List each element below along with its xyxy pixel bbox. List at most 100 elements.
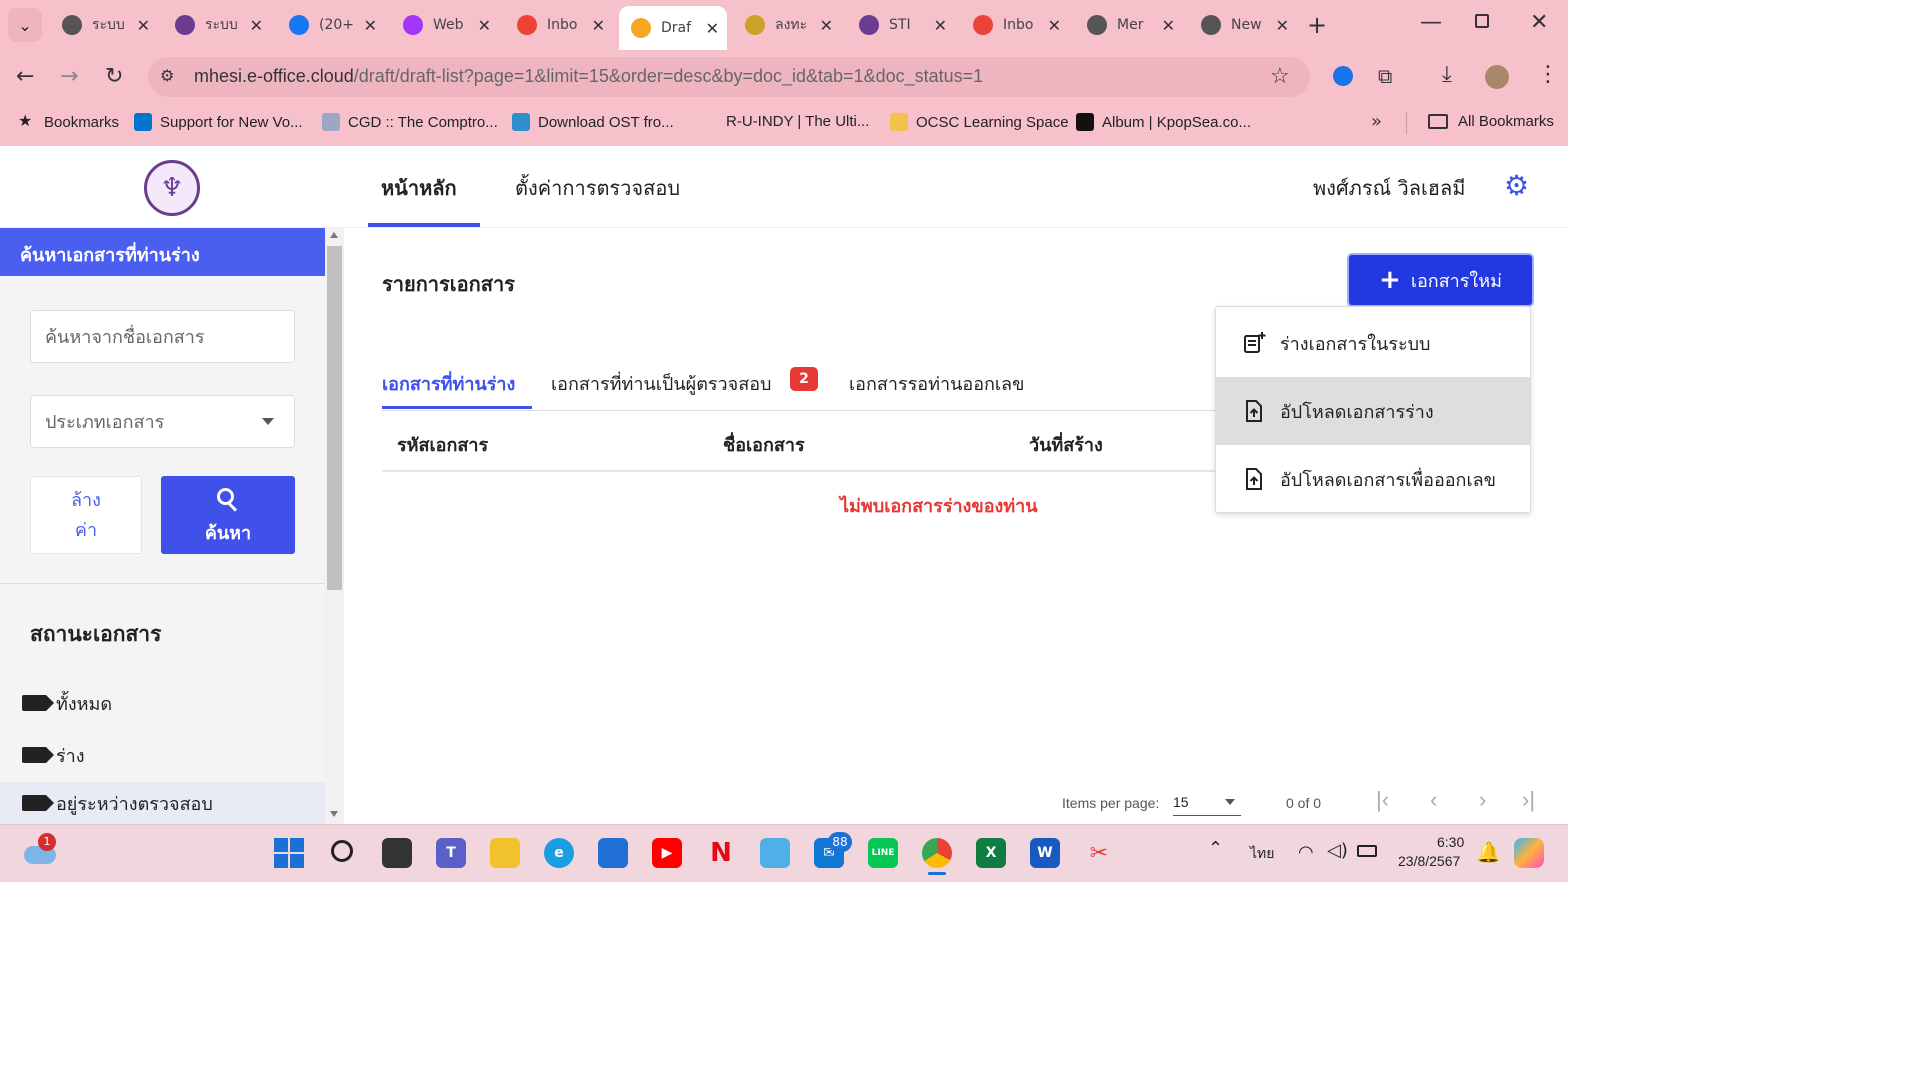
- column-header-doc-name[interactable]: ชื่อเอกสาร: [723, 430, 805, 459]
- back-icon[interactable]: ←: [16, 64, 34, 89]
- browser-tab[interactable]: Mer ✕: [1075, 8, 1183, 42]
- bookmark-item[interactable]: Support for New Vo...: [134, 113, 303, 131]
- clock-time[interactable]: 6:30: [1437, 834, 1464, 850]
- search-button[interactable]: ค้นหา: [161, 476, 295, 554]
- volume-icon[interactable]: ◁): [1327, 840, 1348, 861]
- browser-tab[interactable]: Web ✕: [391, 8, 499, 42]
- chrome-icon[interactable]: [922, 838, 952, 868]
- browser-tab[interactable]: ระบบ ✕: [50, 8, 158, 42]
- copilot-icon[interactable]: [1514, 838, 1544, 868]
- edge-icon[interactable]: e: [544, 838, 574, 868]
- youtube-icon[interactable]: ▶: [652, 838, 682, 868]
- close-tab-icon[interactable]: ✕: [137, 16, 150, 35]
- excel-icon[interactable]: X: [976, 838, 1006, 868]
- bookmark-star-icon[interactable]: ☆: [1270, 64, 1290, 89]
- bookmark-item[interactable]: CGD :: The Comptro...: [322, 113, 498, 131]
- close-tab-icon[interactable]: ✕: [250, 16, 263, 35]
- extensions-puzzle-icon[interactable]: ⧉: [1378, 64, 1392, 88]
- snipping-tool-icon[interactable]: ✂: [1084, 838, 1114, 868]
- photos-icon[interactable]: [760, 838, 790, 868]
- taskbar-search-icon[interactable]: [331, 840, 353, 862]
- tab-awaiting-number[interactable]: เอกสารรอท่านออกเลข: [849, 369, 1024, 398]
- close-tab-icon[interactable]: ✕: [934, 16, 947, 35]
- bookmark-item[interactable]: OCSC Learning Space: [890, 113, 1069, 131]
- clear-button[interactable]: ล้าง ค่า: [30, 476, 142, 554]
- more-bookmarks-icon[interactable]: »: [1371, 111, 1382, 132]
- new-document-button[interactable]: + เอกสารใหม่: [1349, 255, 1532, 305]
- bookmark-item[interactable]: Download OST fro...: [512, 113, 674, 131]
- profile-avatar[interactable]: [1485, 65, 1509, 89]
- close-tab-icon[interactable]: ✕: [706, 19, 719, 38]
- forward-icon[interactable]: →: [60, 64, 78, 89]
- browser-menu-icon[interactable]: ⋮: [1537, 62, 1559, 87]
- new-tab-button[interactable]: +: [1307, 11, 1327, 39]
- mhesi-logo[interactable]: ♆: [144, 160, 200, 216]
- menu-item-draft-in-system[interactable]: ร่างเอกสารในระบบ: [1216, 309, 1530, 377]
- status-item-all[interactable]: ทั้งหมด: [0, 682, 325, 724]
- close-tab-icon[interactable]: ✕: [1276, 16, 1289, 35]
- site-info-icon[interactable]: ⚙: [160, 66, 174, 85]
- page-size-select[interactable]: 15: [1173, 790, 1241, 816]
- browser-tab[interactable]: Draf ✕: [619, 6, 727, 50]
- nav-home[interactable]: หน้าหลัก: [381, 172, 457, 204]
- tab-my-drafts[interactable]: เอกสารที่ท่านร่าง: [382, 369, 515, 398]
- all-bookmarks-link[interactable]: All Bookmarks: [1428, 113, 1554, 130]
- next-page-icon[interactable]: ›: [1479, 787, 1486, 813]
- browser-tab[interactable]: STI ✕: [847, 8, 955, 42]
- browser-tab[interactable]: New ✕: [1189, 8, 1297, 42]
- search-input[interactable]: ค้นหาจากชื่อเอกสาร: [30, 310, 295, 363]
- doc-type-select[interactable]: ประเภทเอกสาร: [30, 395, 295, 448]
- browser-tab[interactable]: ระบบ ✕: [163, 8, 271, 42]
- column-header-created-date[interactable]: วันที่สร้าง: [1029, 430, 1103, 459]
- previous-page-icon[interactable]: ‹: [1430, 787, 1437, 813]
- show-hidden-icons[interactable]: ⌃: [1208, 838, 1223, 859]
- line-icon[interactable]: LINE: [868, 838, 898, 868]
- input-language[interactable]: ไทย: [1250, 843, 1274, 865]
- url-text[interactable]: mhesi.e-office.cloud/draft/draft-list?pa…: [194, 66, 983, 87]
- close-window-icon[interactable]: ✕: [1530, 10, 1548, 35]
- maximize-icon[interactable]: [1475, 14, 1489, 28]
- task-view-icon[interactable]: [382, 838, 412, 868]
- close-tab-icon[interactable]: ✕: [478, 16, 491, 35]
- extension-icon-blue[interactable]: [1333, 66, 1353, 86]
- menu-item-upload-draft[interactable]: อัปโหลดเอกสารร่าง: [1216, 377, 1530, 445]
- column-header-doc-id[interactable]: รหัสเอกสาร: [397, 430, 488, 459]
- close-tab-icon[interactable]: ✕: [1048, 16, 1061, 35]
- bookmark-item[interactable]: R-U-INDY | The Ulti...: [726, 113, 869, 130]
- browser-tab[interactable]: ลงทะ ✕: [733, 8, 841, 42]
- wifi-icon[interactable]: ◠: [1298, 842, 1314, 863]
- clock-date[interactable]: 23/8/2567: [1398, 853, 1460, 869]
- download-icon[interactable]: ⤓: [1442, 62, 1452, 87]
- bookmark-item[interactable]: ★ Bookmarks: [18, 113, 119, 131]
- close-tab-icon[interactable]: ✕: [1162, 16, 1175, 35]
- tab-as-reviewer[interactable]: เอกสารที่ท่านเป็นผู้ตรวจสอบ: [551, 369, 771, 398]
- browser-tab[interactable]: Inbo ✕: [961, 8, 1069, 42]
- scroll-up-arrow-icon[interactable]: [330, 232, 338, 238]
- start-windows-icon[interactable]: [274, 838, 304, 868]
- browser-tab[interactable]: (20+ ✕: [277, 8, 385, 42]
- teams-icon[interactable]: T: [436, 838, 466, 868]
- last-page-icon[interactable]: ›|: [1522, 787, 1535, 813]
- user-name[interactable]: พงศ์ภรณ์ วิลเฮลมี: [1313, 172, 1465, 204]
- close-tab-icon[interactable]: ✕: [592, 16, 605, 35]
- first-page-icon[interactable]: |‹: [1376, 787, 1389, 813]
- reload-icon[interactable]: ↻: [105, 64, 123, 89]
- status-item-in-review[interactable]: อยู่ระหว่างตรวจสอบ: [0, 782, 325, 824]
- notification-bell-icon[interactable]: 🔔: [1476, 840, 1501, 864]
- microsoft-store-icon[interactable]: [598, 838, 628, 868]
- bookmark-item[interactable]: Album | KpopSea.co...: [1076, 113, 1251, 131]
- close-tab-icon[interactable]: ✕: [820, 16, 833, 35]
- nav-review-settings[interactable]: ตั้งค่าการตรวจสอบ: [515, 172, 680, 204]
- gear-icon[interactable]: ⚙: [1504, 172, 1529, 200]
- sidebar-scroll-thumb[interactable]: [327, 246, 342, 590]
- close-tab-icon[interactable]: ✕: [364, 16, 377, 35]
- netflix-icon[interactable]: N: [706, 838, 736, 868]
- status-item-draft[interactable]: ร่าง: [0, 734, 325, 776]
- menu-item-upload-for-numbering[interactable]: อัปโหลดเอกสารเพื่อออกเลข: [1216, 445, 1530, 513]
- scroll-down-arrow-icon[interactable]: [330, 811, 338, 817]
- tab-search-button[interactable]: ⌄: [8, 8, 42, 42]
- file-explorer-icon[interactable]: [490, 838, 520, 868]
- word-icon[interactable]: W: [1030, 838, 1060, 868]
- browser-tab[interactable]: Inbo ✕: [505, 8, 613, 42]
- minimize-icon[interactable]: —: [1420, 10, 1442, 35]
